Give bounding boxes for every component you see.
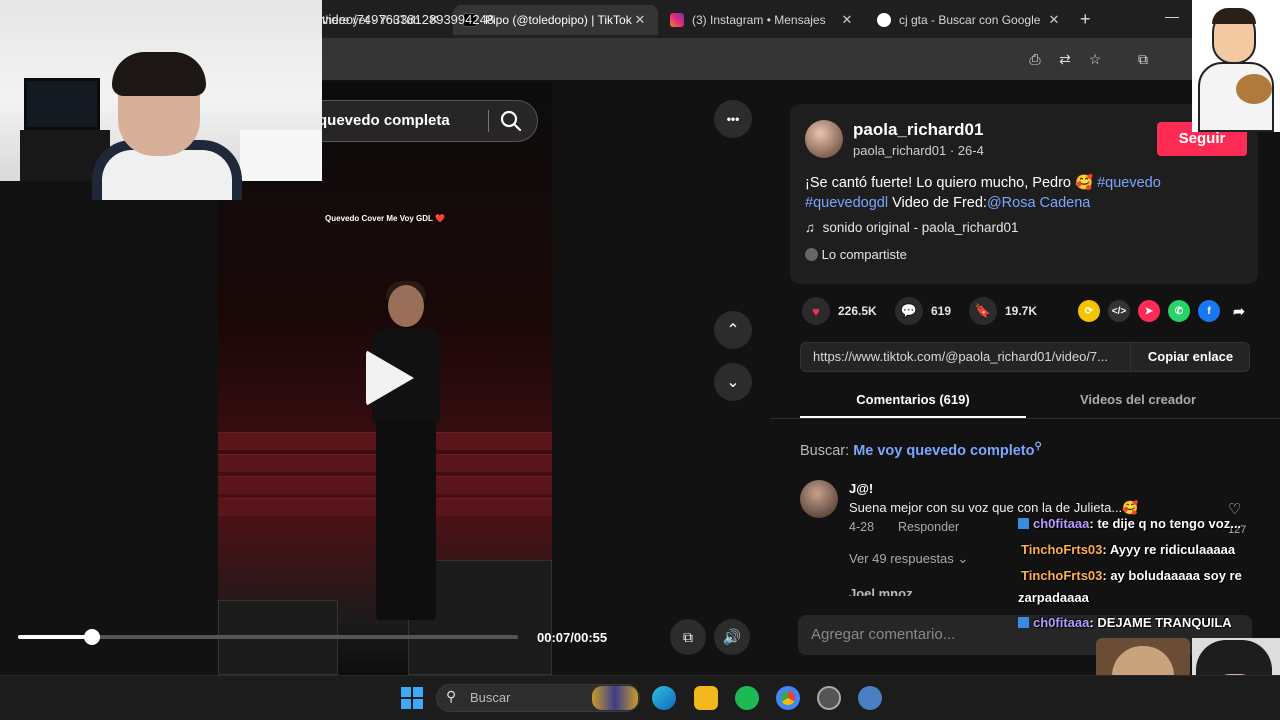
author-subtitle: paola_richard01 · 26-4 [853,143,984,158]
active-tab-indicator [800,416,1026,418]
heart-icon: ♥ [802,297,830,325]
video-link[interactable]: https://www.tiktok.com/@paola_richard01/… [813,349,1108,364]
settings-icon[interactable] [858,686,882,710]
close-icon[interactable]: ✕ [839,12,855,28]
chevron-up-icon: ⌃ [726,322,740,339]
play-icon[interactable] [366,350,414,406]
taskbar-search-label[interactable]: Buscar [470,690,510,705]
search-icon: ⚲ [446,688,457,704]
shared-indicator: Lo compartiste [805,247,907,262]
singer [388,285,424,327]
comment-avatar[interactable] [800,480,838,518]
post-description: ¡Se cantó fuerte! Lo quiero mucho, Pedro… [805,175,1161,211]
install-icon[interactable]: ⎙ [1026,50,1044,68]
more-icon: ••• [726,112,740,126]
whatsapp-icon[interactable]: ✆ [1168,300,1190,322]
author-name[interactable]: paola_richard01 [853,120,983,140]
video-progress-fill [18,635,92,639]
send-icon[interactable]: ➤ [1138,300,1160,322]
teddy-bear [1236,74,1272,104]
search-highlight-image [592,686,638,710]
avatar[interactable] [805,120,843,158]
close-icon[interactable]: ✕ [1046,12,1062,28]
search-icon: ⚲ [1034,441,1042,452]
app-icon[interactable] [817,686,841,710]
volume-button[interactable]: 🔊 [714,619,750,655]
copy-link-button[interactable]: Copiar enlace [1130,342,1250,372]
view-replies-button[interactable]: Ver 49 respuestas ⌄ [849,551,968,567]
chat-message: ch0fitaaa: te dije q no tengo voz... [1018,516,1241,531]
save-button[interactable]: 🔖 19.7K [969,297,1037,325]
miniplayer-icon: ⧉ [683,628,693,645]
like-button[interactable]: ♥ 226.5K [802,297,877,325]
hashtag-link[interactable]: #quevedo [1097,175,1161,191]
google-icon [877,13,891,27]
facebook-icon[interactable]: f [1198,300,1220,322]
video-search-text[interactable]: quevedo completa [318,112,450,129]
translate-icon[interactable]: ⇄ [1056,50,1074,68]
search-icon[interactable] [498,108,524,134]
instagram-icon [670,13,684,27]
hashtag-link[interactable]: #quevedogdl [805,195,888,211]
comment-search-suggestion[interactable]: Buscar: Me voy quevedo completo⚲ [800,441,1042,459]
comment-icon: 💬 [895,297,923,325]
chat-message: zarpadaaaa [1018,590,1089,605]
reply-button[interactable]: Responder [898,520,959,534]
comment-placeholder[interactable]: Agregar comentario... [811,626,955,643]
close-icon[interactable]: ✕ [632,12,648,28]
chat-message: TinchoFrts03: ay boludaaaaa soy re [1021,568,1242,583]
video-caption: Quevedo Cover Me Voy GDL ❤️ [325,214,445,223]
comment-user[interactable]: Joel mnoz [849,586,913,596]
mention-link[interactable]: @Rosa Cadena [987,195,1090,211]
tab-instagram[interactable]: (3) Instagram • Mensajes ✕ [660,5,865,35]
comment-user[interactable]: J@! [849,481,873,496]
chevron-down-icon: ⌄ [726,374,740,391]
chat-message: ch0fitaaa: DEJAME TRANQUILA [1018,615,1232,630]
chat-message: TinchoFrts03: Ayyy re ridiculaaaaa [1021,542,1236,557]
edge-icon[interactable] [652,686,676,710]
chat-badge-icon [1018,617,1029,628]
tab-comments[interactable]: Comentarios (619) [800,392,1026,407]
video-progress-knob[interactable] [84,629,100,645]
more-options-button[interactable]: ••• [714,100,752,138]
spotify-icon[interactable] [735,686,759,710]
tab-creator-videos[interactable]: Videos del creador [1026,392,1250,407]
extensions-icon[interactable]: ⧉ [1134,50,1152,68]
new-tab-button[interactable]: + [1080,9,1091,30]
chrome-icon[interactable] [776,686,800,710]
bookmark-icon: 🔖 [969,297,997,325]
taskbar [0,675,1280,720]
file-explorer-icon[interactable] [694,686,718,710]
next-video-button[interactable]: ⌄ [714,363,752,401]
comment-text: Suena mejor con su voz que con la de Jul… [849,500,1139,515]
star-icon[interactable]: ☆ [1086,50,1104,68]
tv [24,78,100,130]
video-time: 00:07/00:55 [537,630,608,645]
url-field[interactable]: video/7497633812893994248 [322,12,494,27]
chat-badge-icon [1018,518,1029,529]
tab-google[interactable]: cj gta - Buscar con Google ✕ [867,5,1072,35]
music-note-icon: ♫ [805,220,816,235]
music-link[interactable]: ♫ sonido original - paola_richard01 [805,220,1019,235]
minimize-button[interactable]: — [1165,8,1179,24]
miniplayer-button[interactable]: ⧉ [670,619,706,655]
repost-icon[interactable]: ⟳ [1078,300,1100,322]
windows-start-icon[interactable] [401,687,423,709]
comment-button[interactable]: 💬 619 [895,297,951,325]
previous-video-button[interactable]: ⌃ [714,311,752,349]
share-badge-icon [805,248,818,261]
volume-icon: 🔊 [722,629,742,646]
comment-date: 4-28 [849,520,875,534]
share-arrow-icon[interactable]: ➦ [1228,300,1250,322]
embed-icon[interactable]: </> [1108,300,1130,322]
